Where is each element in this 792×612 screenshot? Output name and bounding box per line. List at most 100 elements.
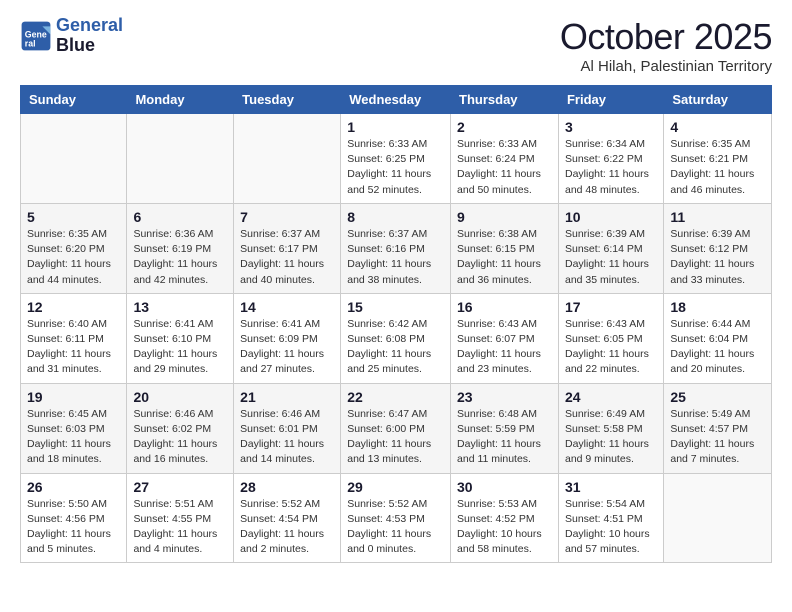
calendar-cell: 20 Sunrise: 6:46 AMSunset: 6:02 PMDayligh…: [127, 383, 234, 473]
weekday-header-sunday: Sunday: [21, 86, 127, 114]
day-number: 6: [133, 209, 227, 225]
day-info: Sunrise: 6:46 AMSunset: 6:02 PMDaylight:…: [133, 407, 227, 468]
day-number: 18: [670, 299, 765, 315]
calendar-cell: 28Sunrise: 5:52 AMSunset: 4:54 PMDayligh…: [234, 473, 341, 563]
day-info: Sunrise: 6:38 AMSunset: 6:15 PMDaylight:…: [457, 227, 552, 288]
day-number: 16: [457, 299, 552, 315]
day-number: 1: [347, 119, 444, 135]
day-number: 3: [565, 119, 657, 135]
day-info: Sunrise: 6:43 AMSunset: 6:05 PMDaylight:…: [565, 317, 657, 378]
calendar-cell: 29Sunrise: 5:52 AMSunset: 4:53 PMDayligh…: [341, 473, 451, 563]
day-info: Sunrise: 5:52 AMSunset: 4:53 PMDaylight:…: [347, 497, 444, 558]
day-number: 31: [565, 479, 657, 495]
calendar-cell: 27 Sunrise: 5:51 AMSunset: 4:55 PMDayligh…: [127, 473, 234, 563]
day-number: 4: [670, 119, 765, 135]
day-info: Sunrise: 6:33 AMSunset: 6:25 PMDaylight:…: [347, 137, 444, 198]
day-number: 17: [565, 299, 657, 315]
logo-icon: Gene ral: [20, 20, 52, 52]
day-number: 14: [240, 299, 334, 315]
calendar-cell: 31 Sunrise: 5:54 AMSunset: 4:51 PMDayligh…: [558, 473, 663, 563]
calendar-week-5: 26 Sunrise: 5:50 AMSunset: 4:56 PMDayligh…: [21, 473, 772, 563]
calendar-cell: [127, 114, 234, 204]
calendar-cell: 15Sunrise: 6:42 AMSunset: 6:08 PMDayligh…: [341, 293, 451, 383]
day-info: Sunrise: 5:50 AMSunset: 4:56 PMDaylight:…: [27, 497, 120, 558]
day-number: 20: [133, 389, 227, 405]
day-info: Sunrise: 6:39 AMSunset: 6:12 PMDaylight:…: [670, 227, 765, 288]
weekday-header-tuesday: Tuesday: [234, 86, 341, 114]
title-block: October 2025 Al Hilah, Palestinian Terri…: [560, 16, 772, 75]
day-info: Sunrise: 6:39 AMSunset: 6:14 PMDaylight:…: [565, 227, 657, 288]
calendar-cell: 1 Sunrise: 6:33 AMSunset: 6:25 PMDaylight…: [341, 114, 451, 204]
calendar-cell: 30 Sunrise: 5:53 AMSunset: 4:52 PMDayligh…: [451, 473, 559, 563]
calendar-cell: 8 Sunrise: 6:37 AMSunset: 6:16 PMDaylight…: [341, 203, 451, 293]
weekday-header-monday: Monday: [127, 86, 234, 114]
calendar-week-3: 12Sunrise: 6:40 AMSunset: 6:11 PMDayligh…: [21, 293, 772, 383]
calendar-week-4: 19Sunrise: 6:45 AMSunset: 6:03 PMDayligh…: [21, 383, 772, 473]
calendar-cell: 19Sunrise: 6:45 AMSunset: 6:03 PMDayligh…: [21, 383, 127, 473]
calendar-cell: 4 Sunrise: 6:35 AMSunset: 6:21 PMDaylight…: [664, 114, 772, 204]
calendar-cell: [664, 473, 772, 563]
day-info: Sunrise: 6:42 AMSunset: 6:08 PMDaylight:…: [347, 317, 444, 378]
logo: Gene ral GeneralBlue: [20, 16, 123, 56]
calendar-cell: 25 Sunrise: 5:49 AMSunset: 4:57 PMDayligh…: [664, 383, 772, 473]
day-info: Sunrise: 6:36 AMSunset: 6:19 PMDaylight:…: [133, 227, 227, 288]
weekday-header-saturday: Saturday: [664, 86, 772, 114]
day-info: Sunrise: 6:41 AMSunset: 6:09 PMDaylight:…: [240, 317, 334, 378]
location-title: Al Hilah, Palestinian Territory: [560, 58, 772, 75]
calendar-cell: 10 Sunrise: 6:39 AMSunset: 6:14 PMDayligh…: [558, 203, 663, 293]
header: Gene ral GeneralBlue October 2025 Al Hil…: [20, 16, 772, 75]
calendar-cell: 2 Sunrise: 6:33 AMSunset: 6:24 PMDaylight…: [451, 114, 559, 204]
day-info: Sunrise: 6:48 AMSunset: 5:59 PMDaylight:…: [457, 407, 552, 468]
day-info: Sunrise: 6:34 AMSunset: 6:22 PMDaylight:…: [565, 137, 657, 198]
day-number: 22: [347, 389, 444, 405]
calendar-cell: 13Sunrise: 6:41 AMSunset: 6:10 PMDayligh…: [127, 293, 234, 383]
day-number: 27: [133, 479, 227, 495]
calendar-cell: [21, 114, 127, 204]
day-info: Sunrise: 6:47 AMSunset: 6:00 PMDaylight:…: [347, 407, 444, 468]
calendar-week-1: 1 Sunrise: 6:33 AMSunset: 6:25 PMDaylight…: [21, 114, 772, 204]
day-info: Sunrise: 5:54 AMSunset: 4:51 PMDaylight:…: [565, 497, 657, 558]
day-info: Sunrise: 6:49 AMSunset: 5:58 PMDaylight:…: [565, 407, 657, 468]
day-info: Sunrise: 5:49 AMSunset: 4:57 PMDaylight:…: [670, 407, 765, 468]
day-info: Sunrise: 5:52 AMSunset: 4:54 PMDaylight:…: [240, 497, 334, 558]
day-info: Sunrise: 6:37 AMSunset: 6:17 PMDaylight:…: [240, 227, 334, 288]
day-number: 11: [670, 209, 765, 225]
calendar-cell: 7 Sunrise: 6:37 AMSunset: 6:17 PMDaylight…: [234, 203, 341, 293]
day-number: 26: [27, 479, 120, 495]
day-info: Sunrise: 6:44 AMSunset: 6:04 PMDaylight:…: [670, 317, 765, 378]
day-info: Sunrise: 6:43 AMSunset: 6:07 PMDaylight:…: [457, 317, 552, 378]
day-info: Sunrise: 6:40 AMSunset: 6:11 PMDaylight:…: [27, 317, 120, 378]
calendar-cell: 26 Sunrise: 5:50 AMSunset: 4:56 PMDayligh…: [21, 473, 127, 563]
day-number: 10: [565, 209, 657, 225]
weekday-header-row: SundayMondayTuesdayWednesdayThursdayFrid…: [21, 86, 772, 114]
day-number: 25: [670, 389, 765, 405]
day-number: 21: [240, 389, 334, 405]
svg-text:ral: ral: [25, 38, 36, 48]
day-info: Sunrise: 5:51 AMSunset: 4:55 PMDaylight:…: [133, 497, 227, 558]
day-info: Sunrise: 6:41 AMSunset: 6:10 PMDaylight:…: [133, 317, 227, 378]
calendar-cell: 22 Sunrise: 6:47 AMSunset: 6:00 PMDayligh…: [341, 383, 451, 473]
day-number: 8: [347, 209, 444, 225]
calendar-cell: 24Sunrise: 6:49 AMSunset: 5:58 PMDayligh…: [558, 383, 663, 473]
day-number: 7: [240, 209, 334, 225]
day-number: 5: [27, 209, 120, 225]
calendar-cell: 18 Sunrise: 6:44 AMSunset: 6:04 PMDayligh…: [664, 293, 772, 383]
calendar-cell: [234, 114, 341, 204]
calendar-week-2: 5Sunrise: 6:35 AMSunset: 6:20 PMDaylight…: [21, 203, 772, 293]
month-title: October 2025: [560, 16, 772, 58]
day-number: 9: [457, 209, 552, 225]
calendar-cell: 5Sunrise: 6:35 AMSunset: 6:20 PMDaylight…: [21, 203, 127, 293]
day-info: Sunrise: 6:35 AMSunset: 6:21 PMDaylight:…: [670, 137, 765, 198]
weekday-header-thursday: Thursday: [451, 86, 559, 114]
day-info: Sunrise: 6:37 AMSunset: 6:16 PMDaylight:…: [347, 227, 444, 288]
day-number: 2: [457, 119, 552, 135]
day-info: Sunrise: 5:53 AMSunset: 4:52 PMDaylight:…: [457, 497, 552, 558]
calendar-table: SundayMondayTuesdayWednesdayThursdayFrid…: [20, 85, 772, 563]
weekday-header-friday: Friday: [558, 86, 663, 114]
calendar-cell: 6 Sunrise: 6:36 AMSunset: 6:19 PMDaylight…: [127, 203, 234, 293]
calendar-cell: 9 Sunrise: 6:38 AMSunset: 6:15 PMDaylight…: [451, 203, 559, 293]
day-number: 19: [27, 389, 120, 405]
calendar-cell: 3 Sunrise: 6:34 AMSunset: 6:22 PMDaylight…: [558, 114, 663, 204]
day-number: 30: [457, 479, 552, 495]
day-info: Sunrise: 6:33 AMSunset: 6:24 PMDaylight:…: [457, 137, 552, 198]
